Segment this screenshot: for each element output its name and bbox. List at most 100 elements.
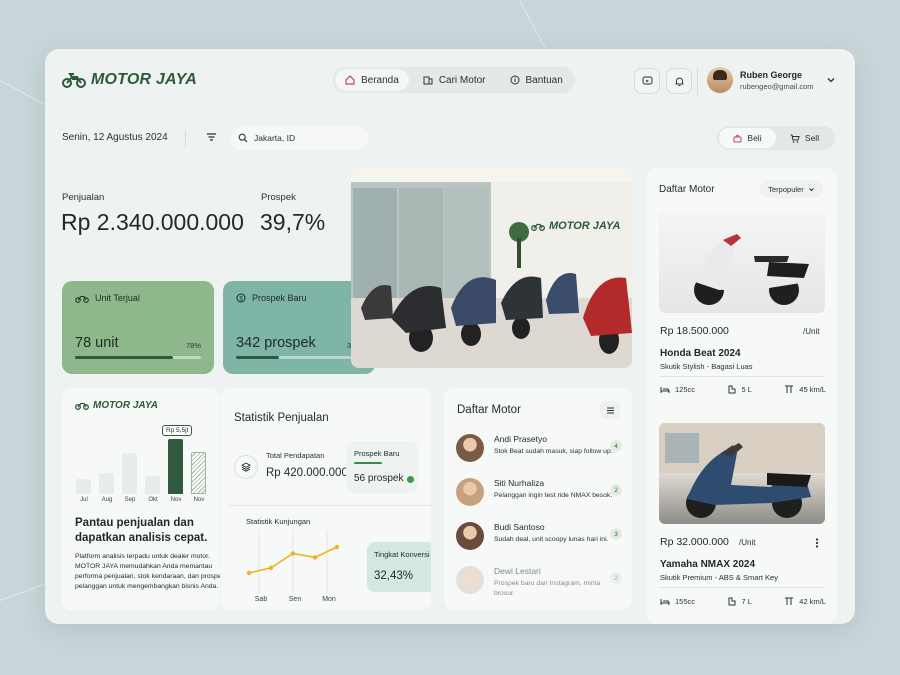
contact-avatar: [456, 478, 484, 506]
promo-body: Platform analisis terpadu untuk dealer m…: [75, 553, 220, 590]
scooter-illustration: [694, 234, 809, 305]
visits-x-tick: Mon: [322, 596, 336, 603]
total-revenue-label: Total Pendapatan: [266, 451, 325, 460]
conversion-label: Tingkat Konversi: [374, 550, 430, 559]
chart-value-tag: Rp 5,5jt: [162, 425, 193, 436]
conversion-rate-box[interactable]: Tingkat Konversi 32,43%: [367, 542, 431, 592]
brand-logo[interactable]: MOTOR JAYA: [62, 71, 197, 89]
contact-avatar: [456, 434, 484, 462]
contact-name: Budi Santoso: [494, 522, 545, 532]
contact-item[interactable]: Siti Nurhaliza Pelanggan ingin test ride …: [456, 476, 622, 512]
kpi-title: Prospek Baru: [252, 293, 307, 303]
contact-item[interactable]: Budi Santoso Sudah deal, unit scoopy luna…: [456, 520, 622, 556]
sales-statistics-card: Statistik Penjualan Total Pendapatan Rp …: [221, 388, 431, 610]
unread-badge: 2: [610, 484, 622, 496]
toolbar-divider: [185, 130, 186, 148]
nav-item-cari-motor[interactable]: Cari Motor: [413, 69, 496, 91]
motor-unit: /Unit: [803, 327, 820, 336]
motor-price: Rp 18.500.000: [660, 325, 729, 337]
contact-item[interactable]: Dewi Lestari Prospek baru dari Instagram,…: [456, 564, 622, 600]
new-prospect-box[interactable]: Prospek Baru 56 prospek: [346, 441, 418, 493]
search-input[interactable]: [254, 133, 354, 143]
spec-engine: 125cc: [660, 385, 695, 394]
filter-icon: [206, 133, 216, 141]
motor-desc: Skutik Stylish - Bagasi Luas: [660, 362, 753, 371]
visits-point: [334, 544, 340, 550]
motor-list-card: Daftar Motor Terpopuler Rp 18.500.000 /U…: [647, 168, 837, 624]
contacts-title: Daftar Motor: [457, 404, 521, 416]
chart-x-tick: Sep: [124, 497, 136, 503]
visits-point: [312, 555, 318, 560]
visits-line-chart: [246, 530, 340, 594]
kpi-card-unit-terjual[interactable]: Unit Terjual 78 unit 78%: [62, 281, 214, 374]
unread-badge: 2: [610, 572, 622, 584]
spec-value: 125cc: [675, 385, 696, 394]
visits-point: [290, 551, 296, 556]
total-revenue-value: Rp 420.000.000: [266, 467, 348, 479]
contact-message: Sudah deal, unit scoopy lunas hari ini.: [494, 536, 609, 543]
contact-avatar: [456, 566, 484, 594]
chart-bar: [122, 453, 137, 494]
spec-value: 42 km/L: [799, 597, 826, 606]
sales-value: Rp 2.340.000.000: [61, 209, 244, 235]
prospect-label: Prospek: [261, 192, 296, 203]
spec-efficiency: 42 km/L: [784, 597, 826, 606]
segment-sell[interactable]: Sell: [776, 128, 833, 148]
filter-button[interactable]: [203, 128, 219, 146]
spec-value: 5 L: [741, 385, 752, 394]
motorcycle-icon: [75, 402, 89, 410]
promo-title: Pantau penjualan dan dapatkan analisis c…: [75, 517, 208, 544]
motor-list-title: Daftar Motor: [659, 184, 715, 195]
segment-beli[interactable]: Beli: [719, 128, 776, 148]
user-name: Ruben George: [740, 69, 803, 80]
honda-beat-image[interactable]: [659, 212, 825, 313]
scooter-illustration: [659, 423, 825, 518]
spec-engine: 155cc: [660, 597, 695, 606]
user-profile[interactable]: Ruben George rubengeo@gmail.com: [707, 67, 836, 93]
chart-bar: [191, 452, 206, 494]
contacts-card: Daftar Motor Andi Prasetyo Stok Beat suda…: [444, 388, 632, 610]
motor-price: Rp 32.000.000: [660, 536, 729, 548]
contacts-menu-button[interactable]: [600, 401, 620, 419]
info-icon: [510, 75, 519, 85]
motor-specs: 155cc 7 L 42 km/L: [660, 597, 826, 606]
visits-panel: Statistik Kunjungan Sab Sen Mon Tingkat Ko…: [229, 505, 431, 610]
search-bar[interactable]: [230, 126, 368, 150]
buy-sell-toggle: Beli Sell: [717, 126, 835, 150]
bell-icon: [674, 77, 684, 86]
motor-specs: 125cc 5 L 45 km/L: [660, 385, 826, 394]
nav-item-bantuan[interactable]: Bantuan: [500, 69, 573, 91]
chevron-down-icon[interactable]: [826, 75, 836, 85]
tank-icon: [728, 597, 736, 606]
showroom-photo: MOTOR JAYA: [351, 168, 632, 368]
visits-point: [268, 565, 274, 570]
motor-name[interactable]: Yamaha NMAX 2024: [660, 559, 755, 570]
chart-x-tick: Aug: [101, 497, 113, 503]
motorcycle-icon: [62, 73, 86, 88]
chart-bar: [76, 479, 91, 494]
bag-icon: [733, 134, 742, 142]
divider: [659, 376, 825, 377]
motorcycle-icon: [75, 295, 89, 303]
kpi-progress-fill: [236, 356, 279, 359]
sort-dropdown[interactable]: Terpopuler: [760, 180, 823, 198]
spec-value: 155cc: [675, 597, 696, 606]
notification-button[interactable]: [666, 68, 692, 94]
statistics-title: Statistik Penjualan: [234, 412, 329, 424]
spec-tank: 5 L: [727, 385, 752, 394]
contact-name: Dewi Lestari: [494, 566, 541, 576]
motor-name[interactable]: Honda Beat 2024: [660, 348, 741, 359]
new-prospect-label: Prospek Baru: [354, 449, 400, 458]
contact-item[interactable]: Andi Prasetyo Stok Beat sudah masuk, siap…: [456, 432, 622, 468]
spec-value: 7 L: [741, 597, 752, 606]
chat-icon: [642, 76, 652, 84]
message-button[interactable]: [634, 68, 660, 94]
yamaha-nmax-image[interactable]: [659, 423, 825, 524]
chevron-down-icon: [808, 187, 814, 191]
contact-name: Andi Prasetyo: [494, 434, 547, 444]
layers-button[interactable]: [234, 455, 258, 479]
nav-item-beranda[interactable]: Beranda: [335, 69, 409, 91]
more-options-icon[interactable]: [815, 538, 819, 548]
showroom-illustration: [351, 168, 632, 368]
kpi-progress-fill: [75, 356, 174, 359]
